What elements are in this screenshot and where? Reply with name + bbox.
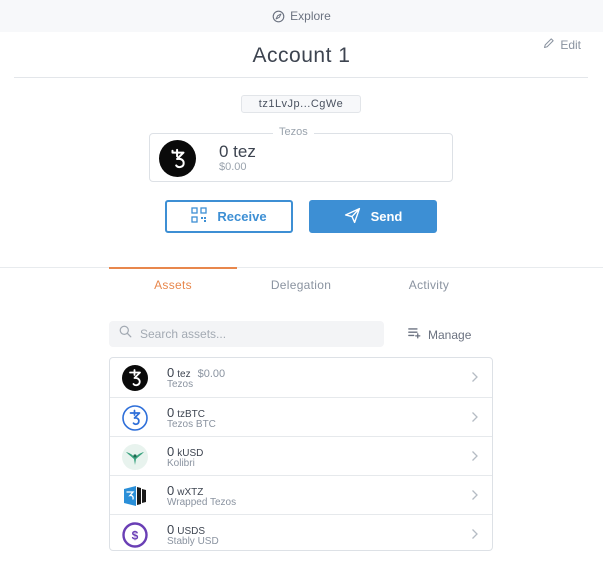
tab-delegation[interactable]: Delegation: [237, 278, 365, 292]
divider: [14, 77, 588, 78]
chevron-right-icon: [471, 370, 479, 388]
asset-row-tzbtc[interactable]: 0 tzBTC Tezos BTC: [110, 397, 492, 436]
send-label: Send: [370, 209, 403, 224]
asset-row-kusd[interactable]: 0 kUSD Kolibri: [110, 436, 492, 475]
asset-row-tez[interactable]: 0 tez $0.00 Tezos: [110, 358, 492, 397]
asset-balance: 0: [167, 483, 175, 498]
tezos-logo-icon: [159, 140, 196, 177]
asset-row-usds[interactable]: $ 0 USDS Stably USD: [110, 514, 492, 550]
active-tab-indicator: [109, 267, 237, 269]
tezos-icon: [122, 365, 148, 391]
search-icon: [119, 325, 132, 343]
chevron-right-icon: [471, 527, 479, 545]
qr-code-icon: [191, 207, 208, 226]
balance-network-label: Tezos: [273, 126, 314, 138]
asset-balance: 0: [167, 365, 175, 380]
asset-name: Tezos: [167, 379, 194, 390]
balance-amount: 0 tez: [219, 142, 256, 161]
explore-label: Explore: [290, 9, 331, 23]
manage-button[interactable]: Manage: [408, 327, 471, 342]
balance-fiat: $0.00: [219, 161, 247, 173]
receive-label: Receive: [217, 209, 267, 224]
asset-balance: 0: [167, 444, 175, 459]
asset-amount: 0 wXTZ: [167, 483, 203, 498]
manage-list-icon: [408, 327, 421, 342]
send-button[interactable]: Send: [309, 200, 437, 233]
asset-name: Stably USD: [167, 536, 219, 547]
stably-usd-icon: $: [122, 522, 148, 548]
account-address[interactable]: tz1LvJp...CgWe: [241, 95, 361, 113]
search-box: [109, 321, 384, 347]
chevron-right-icon: [471, 410, 479, 428]
asset-list: 0 tez $0.00 Tezos 0 tzBTC Tezos BTC 0 kUSD K…: [109, 357, 493, 551]
account-name: Account 1: [252, 44, 351, 67]
wxtz-icon: [122, 483, 148, 509]
asset-name: Kolibri: [167, 458, 195, 469]
manage-label: Manage: [428, 327, 472, 342]
asset-amount: 0 kUSD: [167, 444, 203, 459]
search-assets-input[interactable]: [140, 327, 370, 341]
balance-card: Tezos 0 tez $0.00: [149, 126, 453, 182]
asset-amount: 0 tzBTC: [167, 405, 205, 420]
asset-fiat-value: $0.00: [197, 368, 226, 380]
chevron-right-icon: [471, 488, 479, 506]
tzbtc-icon: [122, 405, 148, 431]
asset-amount: 0 tez $0.00: [167, 365, 225, 380]
tab-assets[interactable]: Assets: [109, 278, 237, 292]
svg-text:$: $: [132, 529, 139, 543]
asset-balance: 0: [167, 522, 175, 537]
receive-button[interactable]: Receive: [165, 200, 293, 233]
explore-bar[interactable]: Explore: [0, 0, 603, 32]
asset-amount: 0 USDS: [167, 522, 205, 537]
kolibri-icon: [122, 444, 148, 470]
compass-icon: [272, 10, 285, 23]
tab-activity[interactable]: Activity: [365, 278, 493, 292]
chevron-right-icon: [471, 449, 479, 467]
paper-plane-icon: [344, 207, 361, 227]
asset-balance: 0: [167, 405, 175, 420]
asset-name: Wrapped Tezos: [167, 497, 237, 508]
asset-row-wxtz[interactable]: 0 wXTZ Wrapped Tezos: [110, 475, 492, 514]
tabs-divider: [0, 267, 603, 268]
asset-name: Tezos BTC: [167, 419, 216, 430]
